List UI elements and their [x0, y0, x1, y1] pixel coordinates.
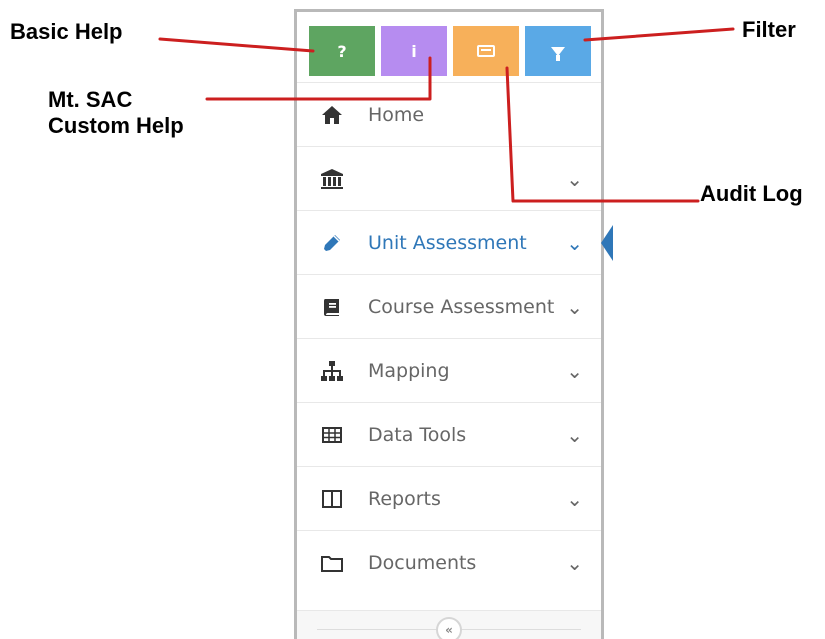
sidebar-item-label: Documents — [368, 551, 477, 574]
collapse-sidebar-button[interactable]: « — [436, 617, 462, 639]
sidebar-menu: Home ⌄ Unit Assessment ⌄ Course Assessme… — [297, 82, 613, 594]
audit-log-callout: Audit Log — [700, 181, 803, 206]
book-icon — [317, 292, 347, 322]
double-chevron-left-icon: « — [445, 623, 453, 637]
filter-arrow — [583, 27, 735, 42]
audit-log-button[interactable] — [453, 26, 519, 76]
basic-help-button[interactable]: ? — [309, 26, 375, 76]
sidebar-toolbar: ? i — [309, 26, 593, 76]
custom-help-button[interactable]: i — [381, 26, 447, 76]
sidebar-item-label: Home — [368, 103, 425, 126]
sidebar-item-institution[interactable]: ⌄ — [297, 146, 601, 210]
basic-help-arrow — [158, 37, 315, 53]
chevron-down-icon: ⌄ — [566, 358, 583, 383]
filter-icon — [551, 46, 565, 61]
custom-help-callout-line2: Custom Help — [48, 113, 184, 139]
filter-callout: Filter — [742, 17, 796, 42]
sidebar-item-documents[interactable]: Documents ⌄ — [297, 530, 601, 594]
info-icon: i — [411, 41, 417, 61]
question-icon: ? — [337, 41, 347, 61]
sidebar-item-course-assessment[interactable]: Course Assessment ⌄ — [297, 274, 601, 338]
sidebar-item-unit-assessment[interactable]: Unit Assessment ⌄ — [297, 210, 613, 274]
table-icon — [317, 420, 347, 450]
chevron-down-icon: ⌄ — [566, 166, 583, 191]
sidebar-item-label: Reports — [368, 487, 441, 510]
sidebar-item-label: Unit Assessment — [368, 231, 527, 254]
sidebar-collapse-row: « — [297, 610, 601, 639]
sidebar-item-label: Course Assessment — [368, 295, 555, 318]
sidebar-item-label: Data Tools — [368, 423, 467, 446]
filter-button[interactable] — [525, 26, 591, 76]
pencil-icon — [317, 228, 347, 258]
sidebar-item-label: Mapping — [368, 359, 450, 382]
folder-icon — [317, 548, 347, 578]
chevron-down-icon: ⌄ — [566, 422, 583, 447]
audit-log-icon — [477, 45, 495, 57]
chevron-down-icon: ⌄ — [566, 230, 583, 255]
custom-help-callout-line1: Mt. SAC — [48, 87, 133, 112]
chevron-down-icon: ⌄ — [566, 550, 583, 575]
chevron-down-icon: ⌄ — [566, 294, 583, 319]
annotated-screenshot: Basic Help Mt. SAC Custom Help Filter Au… — [0, 0, 825, 639]
basic-help-callout: Basic Help — [10, 19, 123, 44]
home-icon — [317, 100, 347, 130]
active-indicator — [601, 225, 613, 261]
sidebar: ? i Home ⌄ Unit Assessment ⌄ Course Asse… — [294, 9, 613, 639]
sidebar-item-mapping[interactable]: Mapping ⌄ — [297, 338, 601, 402]
sidebar-item-data-tools[interactable]: Data Tools ⌄ — [297, 402, 601, 466]
institution-icon — [317, 164, 347, 194]
sidebar-item-home[interactable]: Home — [297, 82, 601, 146]
sidebar-item-reports[interactable]: Reports ⌄ — [297, 466, 601, 530]
columns-icon — [317, 484, 347, 514]
chevron-down-icon: ⌄ — [566, 486, 583, 511]
custom-help-callout: Mt. SAC Custom Help — [48, 87, 184, 140]
sitemap-icon — [317, 356, 347, 386]
